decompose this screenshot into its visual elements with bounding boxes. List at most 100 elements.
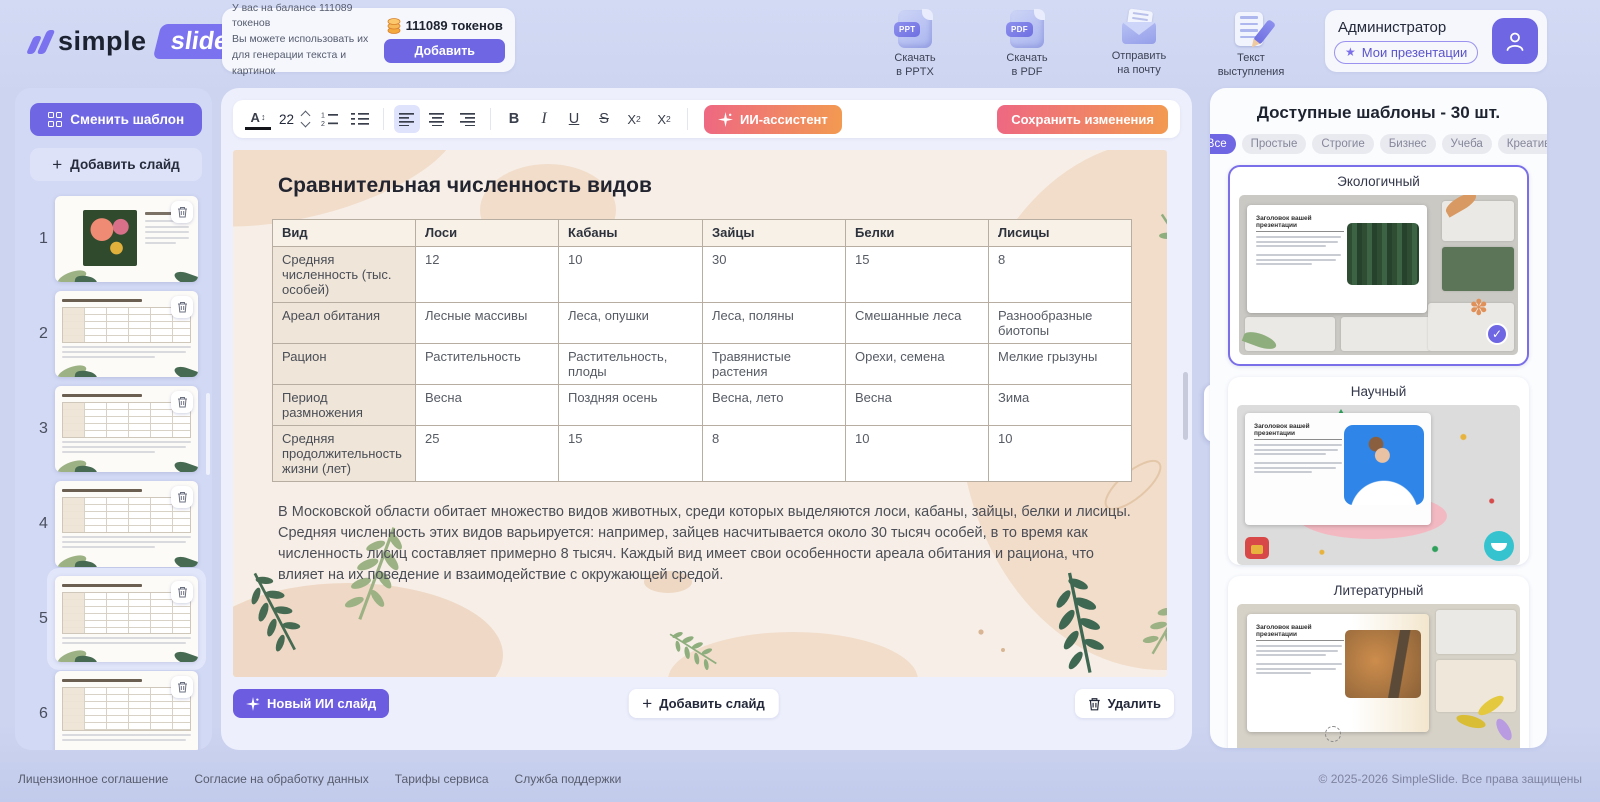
table-cell[interactable]: Растительность	[416, 344, 559, 385]
table-cell[interactable]: 10	[989, 426, 1132, 482]
change-template-button[interactable]: Сменить шаблон	[30, 103, 202, 136]
table-cell[interactable]: Период размножения	[273, 385, 416, 426]
font-size-stepper[interactable]	[302, 112, 309, 126]
slide-thumbnail-2[interactable]	[55, 291, 198, 377]
footer-link-license[interactable]: Лицензионное соглашение	[18, 772, 168, 786]
numbered-list-button[interactable]: 1 2	[317, 105, 343, 133]
table-header-cell[interactable]: Лисицы	[989, 220, 1132, 247]
table-cell[interactable]: Разнообразные биотопы	[989, 303, 1132, 344]
bullet-list-button[interactable]	[347, 105, 373, 133]
table-cell[interactable]: Зима	[989, 385, 1132, 426]
add-tokens-button[interactable]: Добавить	[384, 39, 505, 63]
download-pdf-button[interactable]: PDF Скачатьв PDF	[984, 10, 1070, 80]
font-color-size-button[interactable]: A↕	[245, 108, 271, 130]
footer-link-support[interactable]: Служба поддержки	[515, 772, 622, 786]
italic-button[interactable]: I	[531, 105, 557, 133]
template-card-science[interactable]: Научный Заголовок вашей презентации	[1228, 377, 1529, 565]
speech-text-button[interactable]: Текствыступления	[1208, 10, 1294, 80]
table-cell[interactable]: 8	[703, 426, 846, 482]
save-changes-button[interactable]: Сохранить изменения	[997, 105, 1168, 134]
table-cell[interactable]: Мелкие грызуны	[989, 344, 1132, 385]
my-presentations-button[interactable]: ★ Мои презентации	[1334, 41, 1478, 64]
sidebar-add-slide-button[interactable]: + Добавить слайд	[30, 148, 202, 181]
slide-thumbnail-4[interactable]	[55, 481, 198, 567]
font-size-value[interactable]: 22	[275, 105, 298, 133]
add-slide-button[interactable]: + Добавить слайд	[628, 689, 778, 718]
table-cell[interactable]: Весна	[416, 385, 559, 426]
ai-assistant-button[interactable]: ИИ-ассистент	[704, 105, 842, 134]
table-cell[interactable]: Леса, поляны	[703, 303, 846, 344]
table-cell[interactable]: Поздняя осень	[559, 385, 703, 426]
table-header-cell[interactable]: Белки	[846, 220, 989, 247]
table-cell[interactable]: Средняя продолжительность жизни (лет)	[273, 426, 416, 482]
table-cell[interactable]: Леса, опушки	[559, 303, 703, 344]
slide-thumbnail-6[interactable]	[55, 671, 198, 750]
subscript-button[interactable]: X2	[651, 105, 677, 133]
align-right-button[interactable]	[454, 105, 480, 133]
table-cell[interactable]: Травянистые растения	[703, 344, 846, 385]
table-cell[interactable]: 10	[846, 426, 989, 482]
slide-thumbnail-5[interactable]	[55, 576, 198, 662]
bold-button[interactable]: B	[501, 105, 527, 133]
slide-paragraph[interactable]: В Московской области обитает множество в…	[278, 502, 1134, 586]
strikethrough-button[interactable]: S	[591, 105, 617, 133]
table-header-cell[interactable]: Кабаны	[559, 220, 703, 247]
table-cell[interactable]: Смешанные леса	[846, 303, 989, 344]
table-cell[interactable]: 25	[416, 426, 559, 482]
delete-slide-icon[interactable]	[171, 296, 193, 318]
slide-number: 6	[39, 705, 48, 723]
slide-canvas[interactable]: Сравнительная численность видов Вид Лоси…	[233, 150, 1167, 677]
sidebar-scrollbar[interactable]	[206, 393, 210, 475]
table-cell[interactable]: Средняя численность (тыс. особей)	[273, 247, 416, 303]
filter-strict[interactable]: Строгие	[1312, 134, 1373, 154]
slide-thumbnail-1[interactable]	[55, 196, 198, 282]
table-cell[interactable]: Орехи, семена	[846, 344, 989, 385]
template-card-literary[interactable]: Литературный Заголовок вашей презентации	[1228, 576, 1529, 748]
superscript-button[interactable]: X2	[621, 105, 647, 133]
table-cell[interactable]: 15	[559, 426, 703, 482]
delete-slide-icon[interactable]	[171, 201, 193, 223]
avatar-button[interactable]	[1492, 18, 1538, 64]
table-cell[interactable]: Весна, лето	[703, 385, 846, 426]
align-left-button[interactable]	[394, 105, 420, 133]
filter-creative[interactable]: Креатив	[1498, 134, 1547, 154]
table-header-cell[interactable]: Лоси	[416, 220, 559, 247]
table-cell[interactable]: 15	[846, 247, 989, 303]
slide-thumbnail-3[interactable]	[55, 386, 198, 472]
app-logo[interactable]: simple slide	[30, 24, 242, 59]
table-cell[interactable]: 8	[989, 247, 1132, 303]
table-cell[interactable]: Лесные массивы	[416, 303, 559, 344]
template-card-eco[interactable]: Экологичный ✽ Заголовок вашей презентаци…	[1228, 165, 1529, 366]
table-cell[interactable]: 10	[559, 247, 703, 303]
table-cell[interactable]: Растительность, плоды	[559, 344, 703, 385]
table-header-cell[interactable]: Зайцы	[703, 220, 846, 247]
table-header-cell[interactable]: Вид	[273, 220, 416, 247]
template-filters: Все Простые Строгие Бизнес Учеба Креатив	[1210, 134, 1547, 154]
table-cell[interactable]: Ареал обитания	[273, 303, 416, 344]
new-ai-slide-button[interactable]: Новый ИИ слайд	[233, 689, 389, 718]
filter-simple[interactable]: Простые	[1242, 134, 1307, 154]
delete-slide-button[interactable]: Удалить	[1075, 689, 1174, 718]
delete-slide-icon[interactable]	[171, 391, 193, 413]
underline-button[interactable]: U	[561, 105, 587, 133]
table-cell[interactable]: 12	[416, 247, 559, 303]
align-center-button[interactable]	[424, 105, 450, 133]
delete-slide-icon[interactable]	[171, 486, 193, 508]
table-cell[interactable]: 30	[703, 247, 846, 303]
slide-title[interactable]: Сравнительная численность видов	[278, 174, 652, 198]
species-comparison-table[interactable]: Вид Лоси Кабаны Зайцы Белки Лисицы Средн…	[272, 219, 1132, 482]
footer-link-data-consent[interactable]: Согласие на обработку данных	[194, 772, 368, 786]
editor-scrollbar[interactable]	[1183, 372, 1188, 440]
svg-text:1: 1	[321, 113, 325, 120]
delete-slide-icon[interactable]	[171, 676, 193, 698]
send-email-button[interactable]: Отправитьна почту	[1096, 10, 1182, 80]
template-name: Научный	[1228, 377, 1529, 399]
filter-all[interactable]: Все	[1210, 134, 1236, 154]
table-cell[interactable]: Весна	[846, 385, 989, 426]
delete-slide-icon[interactable]	[171, 581, 193, 603]
table-cell[interactable]: Рацион	[273, 344, 416, 385]
filter-business[interactable]: Бизнес	[1380, 134, 1436, 154]
filter-study[interactable]: Учеба	[1442, 134, 1492, 154]
footer-link-tariffs[interactable]: Тарифы сервиса	[395, 772, 489, 786]
download-pptx-button[interactable]: PPT Скачатьв PPTX	[872, 10, 958, 80]
